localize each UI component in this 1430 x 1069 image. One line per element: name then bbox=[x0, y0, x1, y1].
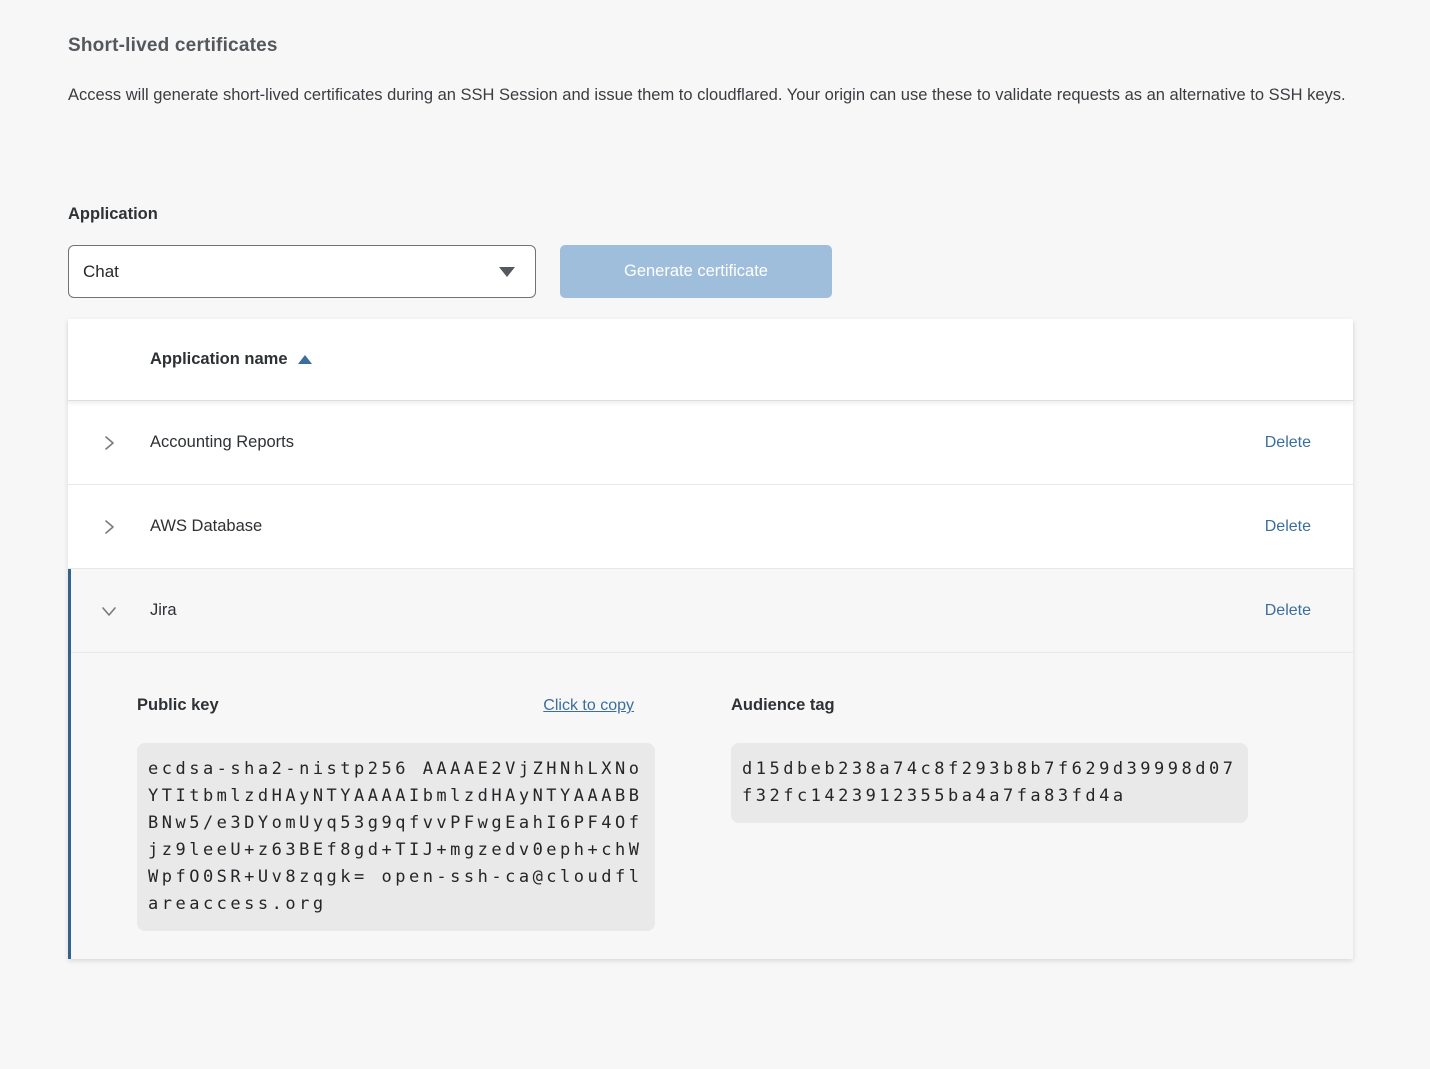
collapse-row-button[interactable] bbox=[100, 602, 118, 620]
audience-tag-label: Audience tag bbox=[731, 696, 835, 715]
expanded-row-details: Public key Click to copy ecdsa-sha2-nist… bbox=[71, 653, 1353, 959]
public-key-value: ecdsa-sha2-nistp256 AAAAE2VjZHNhLXNoYTIt… bbox=[137, 743, 655, 931]
sort-ascending-icon bbox=[298, 355, 312, 364]
table-row-jira: Jira Delete bbox=[71, 569, 1353, 653]
delete-button[interactable]: Delete bbox=[1265, 518, 1311, 536]
chevron-down-icon bbox=[100, 602, 118, 620]
delete-button[interactable]: Delete bbox=[1265, 434, 1311, 452]
table-row-accounting-reports: Accounting Reports Delete bbox=[68, 401, 1353, 485]
page-description: Access will generate short-lived certifi… bbox=[68, 80, 1362, 111]
table-header-row: Application name bbox=[68, 319, 1353, 401]
chevron-down-icon bbox=[499, 267, 515, 277]
delete-button[interactable]: Delete bbox=[1265, 602, 1311, 620]
click-to-copy-link[interactable]: Click to copy bbox=[543, 697, 634, 715]
expand-row-button[interactable] bbox=[100, 518, 118, 536]
certificate-form-row: Chat Generate certificate bbox=[68, 245, 1362, 298]
expanded-row-group-jira: Jira Delete Public key Click to copy ecd… bbox=[68, 569, 1353, 959]
row-application-name: Jira bbox=[150, 601, 177, 620]
application-label: Application bbox=[68, 205, 1362, 224]
generate-certificate-button[interactable]: Generate certificate bbox=[560, 245, 832, 298]
public-key-section: Public key Click to copy ecdsa-sha2-nist… bbox=[137, 696, 655, 931]
application-name-header-label: Application name bbox=[150, 350, 288, 369]
column-header-application-name[interactable]: Application name bbox=[150, 350, 312, 369]
certificates-table: Application name Accounting Reports Dele… bbox=[68, 319, 1353, 959]
chevron-right-icon bbox=[100, 434, 118, 452]
table-row-aws-database: AWS Database Delete bbox=[68, 485, 1353, 569]
audience-tag-value: d15dbeb238a74c8f293b8b7f629d39998d07f32f… bbox=[731, 743, 1248, 823]
row-application-name: Accounting Reports bbox=[150, 433, 294, 452]
row-application-name: AWS Database bbox=[150, 517, 262, 536]
audience-tag-section: Audience tag d15dbeb238a74c8f293b8b7f629… bbox=[731, 696, 1248, 931]
chevron-right-icon bbox=[100, 518, 118, 536]
expand-row-button[interactable] bbox=[100, 434, 118, 452]
short-lived-certificates-page: Short-lived certificates Access will gen… bbox=[0, 35, 1430, 959]
page-title: Short-lived certificates bbox=[68, 35, 1362, 57]
public-key-label: Public key bbox=[137, 696, 219, 715]
application-select[interactable]: Chat bbox=[68, 245, 536, 298]
application-select-value: Chat bbox=[83, 262, 119, 282]
